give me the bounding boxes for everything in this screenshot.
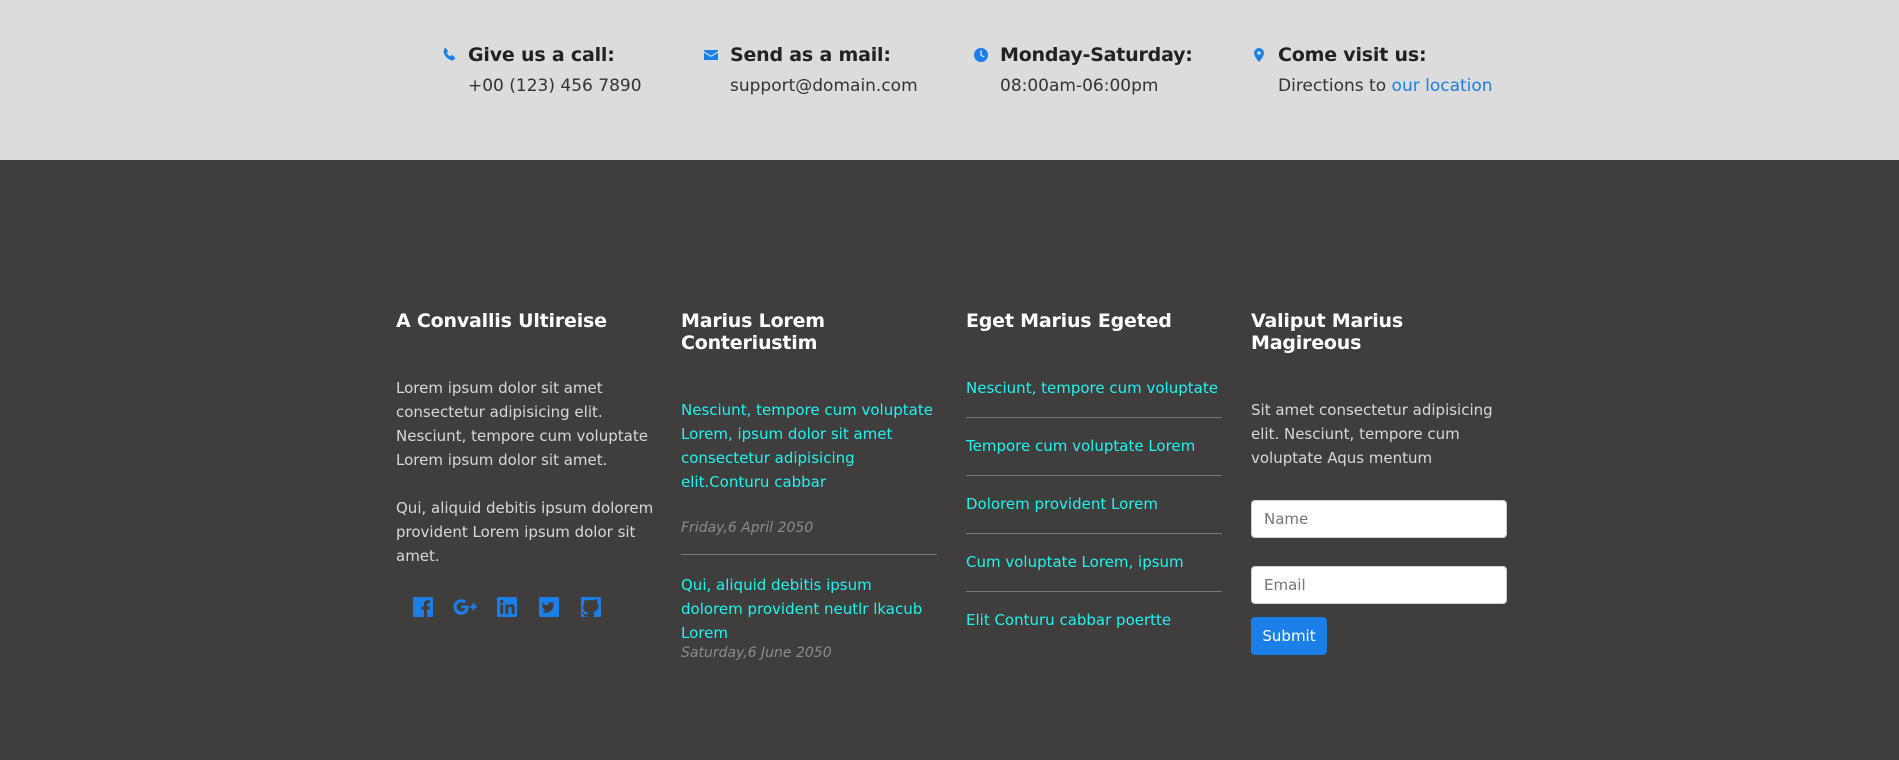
about-paragraph-2: Qui, aliquid debitis ipsum dolorem provi… bbox=[396, 499, 654, 565]
footer-link-5[interactable]: Elit Conturu cabbar poertte bbox=[966, 608, 1222, 632]
phone-icon bbox=[440, 46, 458, 64]
google-plus-icon[interactable] bbox=[452, 594, 478, 620]
contact-hours-value: 08:00am-06:00pm bbox=[1000, 76, 1159, 96]
email-input[interactable] bbox=[1251, 566, 1507, 604]
facebook-icon[interactable] bbox=[410, 594, 436, 620]
contact-mail-value: support@domain.com bbox=[730, 76, 918, 96]
footer-link-1[interactable]: Nesciunt, tempore cum voluptate bbox=[966, 376, 1222, 400]
directions-text: Directions to bbox=[1278, 76, 1387, 96]
our-location-link[interactable]: our location bbox=[1392, 76, 1493, 96]
linkedin-icon[interactable] bbox=[494, 594, 520, 620]
submit-button[interactable]: Submit bbox=[1251, 617, 1327, 655]
social-links bbox=[396, 594, 656, 620]
footer-col-about: A Convallis Ultireise Lorem ipsum dolor … bbox=[396, 310, 656, 620]
footer-link-divider bbox=[966, 475, 1222, 476]
footer-link-4[interactable]: Cum voluptate Lorem, ipsum bbox=[966, 550, 1222, 574]
contact-visit: Come visit us: Directions to our locatio… bbox=[1250, 44, 1493, 96]
footer-col-posts: Marius Lorem Conteriustim Nesciunt, temp… bbox=[681, 310, 937, 661]
post-divider bbox=[681, 554, 937, 555]
footer-col-form-title: Valiput Marius Magireous bbox=[1251, 310, 1403, 354]
footer-link-divider bbox=[966, 591, 1222, 592]
envelope-icon bbox=[702, 46, 720, 64]
map-pin-icon bbox=[1250, 46, 1268, 64]
contact-bar: Give us a call: +00 (123) 456 7890 Send … bbox=[0, 0, 1899, 160]
contact-mail: Send as a mail: support@domain.com bbox=[702, 44, 918, 96]
footer-col-links: Eget Marius Egeted Nesciunt, tempore cum… bbox=[966, 310, 1222, 632]
twitter-icon[interactable] bbox=[536, 594, 562, 620]
contact-mail-title: Send as a mail: bbox=[730, 44, 891, 66]
footer-link-divider bbox=[966, 417, 1222, 418]
contact-hours: Monday-Saturday: 08:00am-06:00pm bbox=[972, 44, 1193, 96]
contact-call-value: +00 (123) 456 7890 bbox=[468, 76, 642, 96]
contact-call: Give us a call: +00 (123) 456 7890 bbox=[440, 44, 642, 96]
contact-visit-title: Come visit us: bbox=[1278, 44, 1427, 66]
name-input[interactable] bbox=[1251, 500, 1507, 538]
clock-icon bbox=[972, 46, 990, 64]
post-date-1: Friday,6 April 2050 bbox=[681, 520, 814, 536]
github-icon[interactable] bbox=[578, 594, 604, 620]
contact-call-title: Give us a call: bbox=[468, 44, 615, 66]
footer: A Convallis Ultireise Lorem ipsum dolor … bbox=[0, 160, 1899, 760]
post-link-2[interactable]: Qui, aliquid debitis ipsum dolorem provi… bbox=[681, 573, 937, 645]
contact-visit-value: Directions to our location bbox=[1250, 76, 1493, 96]
form-description: Sit amet consectetur adipisicing elit. N… bbox=[1251, 401, 1493, 467]
about-paragraph-1: Lorem ipsum dolor sit amet consectetur a… bbox=[396, 379, 648, 469]
post-date-2: Saturday,6 June 2050 bbox=[681, 645, 832, 661]
footer-col-contact-form: Valiput Marius Magireous Sit amet consec… bbox=[1251, 310, 1513, 655]
footer-link-divider bbox=[966, 533, 1222, 534]
footer-col-posts-title: Marius Lorem Conteriustim bbox=[681, 310, 825, 354]
footer-col-links-title: Eget Marius Egeted bbox=[966, 310, 1172, 332]
footer-col-about-title: A Convallis Ultireise bbox=[396, 310, 607, 332]
contact-hours-title: Monday-Saturday: bbox=[1000, 44, 1193, 66]
footer-link-2[interactable]: Tempore cum voluptate Lorem bbox=[966, 434, 1222, 458]
footer-link-3[interactable]: Dolorem provident Lorem bbox=[966, 492, 1222, 516]
post-link-1[interactable]: Nesciunt, tempore cum voluptate Lorem, i… bbox=[681, 398, 937, 494]
